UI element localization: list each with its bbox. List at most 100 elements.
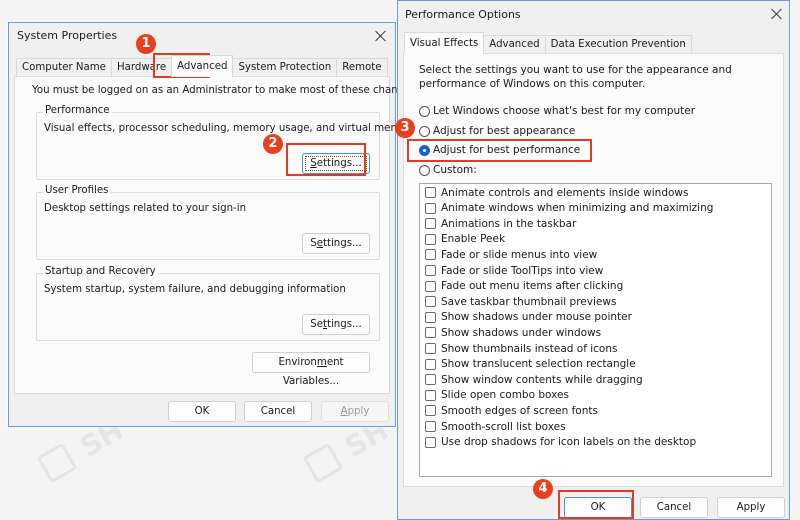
advanced-tab-panel: You must be logged on as an Administrato… (14, 76, 419, 394)
visual-effect-option[interactable]: Animate controls and elements inside win… (425, 185, 688, 200)
radio-best-performance[interactable]: Adjust for best performance (419, 144, 580, 156)
visual-effect-option[interactable]: Use drop shadows for icon labels on the … (425, 435, 696, 450)
visual-effects-list[interactable]: Animate controls and elements inside win… (419, 183, 772, 477)
startup-recovery-description: System startup, system failure, and debu… (44, 284, 346, 295)
checkbox-label: Enable Peek (441, 233, 506, 246)
performance-group-label: Performance (43, 105, 112, 116)
checkbox[interactable] (425, 187, 436, 198)
radio-label: Custom: (433, 164, 477, 176)
checkbox[interactable] (425, 218, 436, 230)
performance-settings-button[interactable]: Settings... (302, 153, 370, 174)
checkbox[interactable] (425, 327, 436, 339)
startup-recovery-group-label: Startup and Recovery (43, 266, 158, 277)
step-badge-1: 1 (136, 34, 156, 54)
system-properties-tabs: Computer Name Hardware Advanced System P… (16, 55, 388, 77)
radio-button[interactable] (419, 125, 430, 137)
checkbox[interactable] (425, 202, 436, 214)
system-properties-cancel-button[interactable]: Cancel (244, 401, 312, 422)
checkbox[interactable] (425, 249, 436, 261)
checkbox[interactable] (425, 280, 436, 292)
checkbox-label: Slide open combo boxes (441, 389, 569, 402)
user-profiles-group-label: User Profiles (43, 185, 111, 196)
visual-effect-option[interactable]: Fade or slide menus into view (425, 247, 597, 262)
tab-remote[interactable]: Remote (336, 58, 388, 77)
visual-effect-option[interactable]: Fade or slide ToolTips into view (425, 263, 603, 278)
startup-recovery-group: Startup and Recovery System startup, sys… (36, 266, 380, 341)
visual-effects-panel: Select the settings you want to use for … (403, 53, 784, 487)
checkbox-label: Show translucent selection rectangle (441, 358, 636, 371)
visual-effect-option[interactable]: Slide open combo boxes (425, 388, 569, 403)
radio-button[interactable] (419, 105, 430, 117)
environment-variables-button[interactable]: Environment Variables... (252, 352, 370, 387)
checkbox-label: Fade or slide menus into view (441, 248, 598, 261)
system-properties-ok-button[interactable]: OK (168, 401, 236, 422)
checkbox[interactable] (425, 405, 436, 417)
tab-computer-name[interactable]: Computer Name (16, 58, 112, 77)
radio-button-selected[interactable] (419, 144, 430, 156)
tab-visual-effects[interactable]: Visual Effects (404, 32, 485, 54)
tab-data-execution-prevention[interactable]: Data Execution Prevention (544, 35, 692, 54)
tab-advanced[interactable]: Advanced (171, 55, 234, 77)
user-profiles-settings-button[interactable]: Settings... (302, 233, 370, 254)
checkbox[interactable] (425, 296, 436, 308)
checkbox[interactable] (425, 421, 436, 432)
checkbox-label: Use drop shadows for icon labels on the … (441, 436, 697, 449)
checkbox[interactable] (425, 265, 436, 276)
performance-options-tabs: Visual Effects Advanced Data Execution P… (404, 32, 692, 54)
checkbox-label: Fade out menu items after clicking (441, 280, 624, 293)
visual-effect-option[interactable]: Smooth-scroll list boxes (425, 419, 566, 434)
performance-options-title: Performance Options (405, 8, 521, 21)
close-icon[interactable] (373, 28, 389, 44)
radio-best-appearance[interactable]: Adjust for best appearance (419, 125, 575, 137)
checkbox-label: Fade or slide ToolTips into view (441, 264, 604, 277)
radio-let-windows-choose[interactable]: Let Windows choose what's best for my co… (419, 105, 695, 117)
checkbox[interactable] (425, 389, 436, 401)
radio-button[interactable] (419, 164, 430, 176)
checkbox-label: Show shadows under mouse pointer (441, 311, 632, 324)
performance-description: Visual effects, processor scheduling, me… (44, 123, 417, 134)
checkbox[interactable] (425, 311, 436, 323)
tab-advanced[interactable]: Advanced (483, 35, 546, 54)
visual-effect-option[interactable]: Smooth edges of screen fonts (425, 403, 598, 418)
visual-effect-option[interactable]: Show thumbnails instead of icons (425, 341, 617, 356)
close-icon[interactable] (769, 6, 785, 22)
intro-line-1: Select the settings you want to use for … (419, 64, 732, 76)
startup-recovery-settings-button[interactable]: Settings... (302, 314, 370, 335)
visual-effect-option[interactable]: Save taskbar thumbnail previews (425, 294, 616, 309)
visual-effect-option[interactable]: Fade out menu items after clicking (425, 279, 623, 294)
radio-label: Adjust for best performance (433, 144, 581, 156)
visual-effect-option[interactable]: Show window contents while dragging (425, 372, 643, 387)
admin-notice: You must be logged on as an Administrato… (32, 85, 419, 96)
checkbox[interactable] (425, 233, 436, 245)
performance-options-cancel-button[interactable]: Cancel (640, 497, 708, 518)
checkbox-label: Animations in the taskbar (441, 217, 577, 230)
checkbox[interactable] (425, 436, 436, 448)
watermark-logo-icon (36, 442, 78, 484)
checkbox-label: Save taskbar thumbnail previews (441, 295, 617, 308)
performance-options-apply-button[interactable]: Apply (717, 497, 785, 518)
checkbox[interactable] (425, 358, 436, 370)
checkbox-label: Smooth edges of screen fonts (441, 404, 598, 417)
visual-effect-option[interactable]: Show shadows under windows (425, 325, 601, 340)
tab-system-protection[interactable]: System Protection (232, 58, 338, 77)
checkbox-label: Smooth-scroll list boxes (441, 420, 566, 433)
checkbox[interactable] (425, 374, 436, 386)
step-badge-2: 2 (263, 134, 283, 154)
step-badge-3: 3 (395, 118, 415, 138)
system-properties-apply-button[interactable]: Apply (321, 401, 389, 422)
checkbox[interactable] (425, 343, 436, 354)
performance-options-ok-button[interactable]: OK (564, 497, 632, 518)
visual-effect-option[interactable]: Show translucent selection rectangle (425, 357, 636, 372)
system-properties-title: System Properties (17, 29, 118, 42)
checkbox-label: Animate controls and elements inside win… (441, 186, 689, 199)
radio-label: Let Windows choose what's best for my co… (433, 105, 696, 117)
checkbox-label: Show shadows under windows (441, 326, 602, 339)
radio-custom[interactable]: Custom: (419, 164, 477, 176)
radio-label: Adjust for best appearance (433, 125, 576, 137)
visual-effect-option[interactable]: Show shadows under mouse pointer (425, 310, 632, 325)
visual-effect-option[interactable]: Animate windows when minimizing and maxi… (425, 201, 713, 216)
user-profiles-group: User Profiles Desktop settings related t… (36, 185, 380, 260)
visual-effect-option[interactable]: Animations in the taskbar (425, 216, 576, 231)
tab-hardware[interactable]: Hardware (110, 58, 173, 77)
visual-effect-option[interactable]: Enable Peek (425, 232, 505, 247)
